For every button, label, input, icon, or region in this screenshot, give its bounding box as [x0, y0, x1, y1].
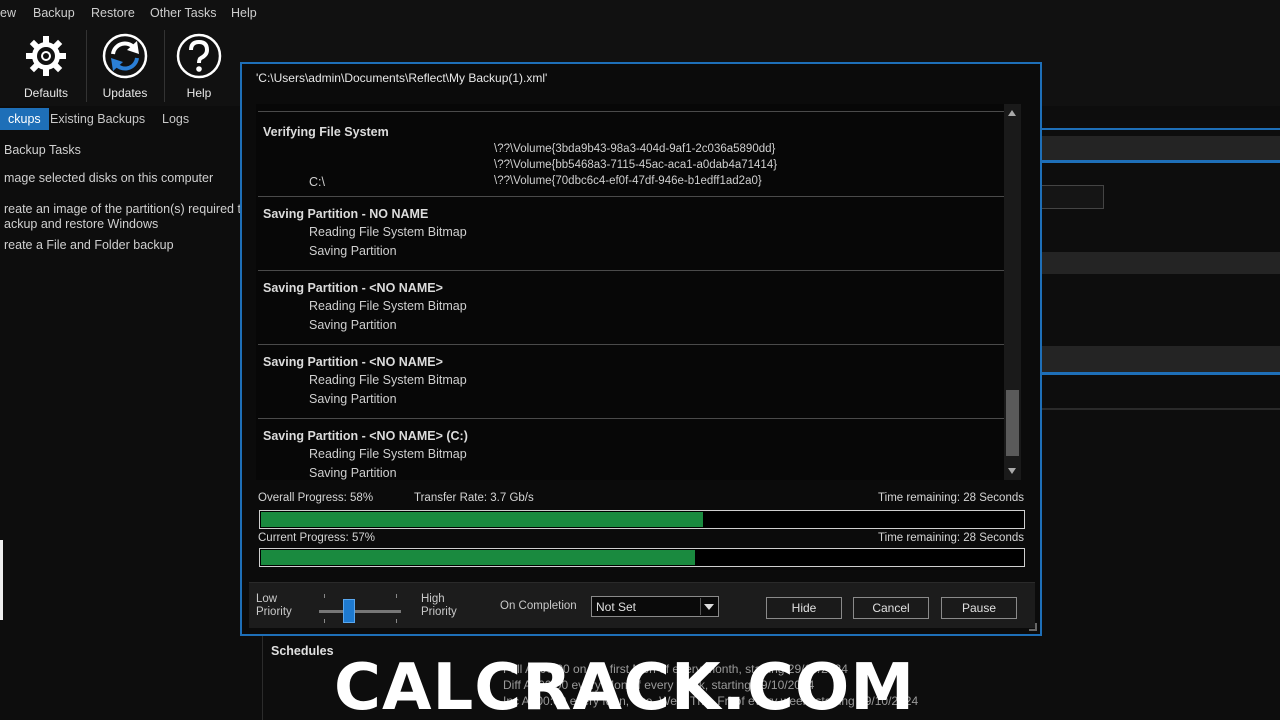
step-reading-bitmap: Reading File System Bitmap: [309, 225, 467, 239]
step-reading-bitmap: Reading File System Bitmap: [309, 373, 467, 387]
defaults-label: Defaults: [23, 86, 69, 100]
tab-existing-backups[interactable]: Existing Backups: [42, 108, 153, 130]
task-image-windows[interactable]: reate an image of the partition(s) requi…: [4, 202, 241, 216]
overall-progress-bar: [259, 510, 1025, 529]
right-accent-line: [1040, 128, 1280, 130]
pause-button[interactable]: Pause: [941, 597, 1017, 619]
step-saving-partition: Saving Partition: [309, 392, 397, 406]
help-button[interactable]: Help: [166, 32, 232, 100]
on-completion-label: On Completion: [500, 600, 577, 612]
current-progress-bar: [259, 548, 1025, 567]
low-priority-label-line2: Priority: [256, 606, 292, 618]
right-header-strip: [1040, 136, 1280, 160]
on-completion-value: Not Set: [596, 600, 637, 614]
step-saving-partition: Saving Partition: [309, 244, 397, 258]
watermark: CALCRACK.COM: [334, 651, 915, 720]
overall-time-remaining: Time remaining: 28 Seconds: [878, 492, 1024, 504]
menu-help[interactable]: Help: [231, 6, 257, 20]
slider-tick: [324, 594, 325, 598]
partition-section: Saving Partition - <NO NAME> Reading Fil…: [258, 344, 1004, 418]
priority-slider-thumb[interactable]: [343, 599, 355, 623]
menu-other-tasks[interactable]: Other Tasks: [150, 6, 216, 20]
dialog-controls: Low Priority High Priority On Completion…: [249, 582, 1035, 628]
partition-heading: Saving Partition - <NO NAME> (C:): [263, 429, 468, 443]
high-priority-label: High: [421, 593, 445, 605]
step-saving-partition: Saving Partition: [309, 466, 397, 480]
backup-progress-dialog: 'C:\Users\admin\Documents\Reflect\My Bac…: [240, 62, 1042, 636]
current-progress-fill: [261, 550, 695, 565]
toolbar-divider: [164, 30, 165, 102]
help-label: Help: [186, 86, 212, 100]
toolbar-divider: [86, 30, 87, 102]
tab-logs[interactable]: Logs: [154, 108, 197, 130]
partition-section: Saving Partition - <NO NAME> Reading Fil…: [258, 270, 1004, 344]
slider-tick: [396, 594, 397, 598]
partition-heading: Saving Partition - NO NAME: [263, 207, 429, 221]
high-priority-label-line2: Priority: [421, 606, 457, 618]
priority-slider-track[interactable]: [319, 610, 401, 613]
right-dropdown[interactable]: [1040, 185, 1104, 209]
defaults-button[interactable]: Defaults: [13, 32, 79, 100]
hide-button[interactable]: Hide: [766, 597, 842, 619]
partition-heading: Saving Partition - <NO NAME>: [263, 355, 443, 369]
chevron-down-icon[interactable]: [700, 598, 716, 615]
updates-label: Updates: [102, 86, 148, 100]
right-header-strip: [1040, 252, 1280, 274]
low-priority-label: Low: [256, 593, 278, 605]
right-accent-line: [1040, 372, 1280, 375]
volume-line: \??\Volume{70dbc6c4-ef0f-47df-946e-b1edf…: [494, 175, 762, 187]
slider-tick: [324, 619, 325, 623]
menu-restore[interactable]: Restore: [91, 6, 135, 20]
slider-tick: [396, 619, 397, 623]
right-accent-line: [1040, 160, 1280, 163]
main-tabs: ckups Existing Backups Logs: [0, 106, 245, 130]
scroll-up-icon[interactable]: [1008, 110, 1016, 116]
volume-line: \??\Volume{bb5468a3-7115-45ac-aca1-a0dab…: [494, 159, 778, 171]
updates-button[interactable]: Updates: [92, 32, 158, 100]
progress-log: Verifying File System \??\Volume{3bda9b4…: [256, 104, 1020, 480]
partition-section: Saving Partition - <NO NAME> (C:) Readin…: [258, 418, 1004, 480]
transfer-rate: Transfer Rate: 3.7 Gb/s: [414, 492, 534, 504]
task-file-folder[interactable]: reate a File and Folder backup: [4, 238, 174, 252]
step-reading-bitmap: Reading File System Bitmap: [309, 447, 467, 461]
overall-progress-fill: [261, 512, 703, 527]
left-edge-bar: [0, 540, 3, 620]
resize-grip-icon[interactable]: [1029, 623, 1037, 631]
question-icon: [176, 33, 222, 79]
cancel-button[interactable]: Cancel: [853, 597, 929, 619]
volume-line: \??\Volume{3bda9b43-98a3-404d-9af1-2c036…: [494, 143, 776, 155]
task-image-disks[interactable]: mage selected disks on this computer: [4, 171, 213, 185]
partition-heading: Saving Partition - <NO NAME>: [263, 281, 443, 295]
drive-label: C:\: [309, 175, 325, 189]
menu-view[interactable]: ew: [0, 6, 16, 20]
overall-progress-label: Overall Progress: 58%: [258, 492, 374, 504]
refresh-icon: [102, 33, 148, 79]
verify-heading: Verifying File System: [263, 125, 389, 139]
backup-tasks-header: Backup Tasks: [4, 143, 81, 157]
gear-icon: [26, 36, 66, 76]
current-time-remaining: Time remaining: 28 Seconds: [878, 532, 1024, 544]
scroll-down-icon[interactable]: [1008, 468, 1016, 474]
schedules-title: Schedules: [271, 644, 334, 658]
right-divider: [1040, 408, 1280, 410]
right-header-strip: [1040, 346, 1280, 372]
menu-bar: ew Backup Restore Other Tasks Help: [0, 0, 1280, 26]
log-scrollbar[interactable]: [1004, 104, 1021, 480]
verify-section: Verifying File System \??\Volume{3bda9b4…: [258, 112, 1004, 195]
task-image-windows-line2[interactable]: ackup and restore Windows: [4, 217, 158, 231]
on-completion-select[interactable]: Not Set: [591, 596, 719, 617]
menu-backup[interactable]: Backup: [33, 6, 75, 20]
partition-section: Saving Partition - NO NAME Reading File …: [258, 196, 1004, 270]
left-panel: Backup Tasks mage selected disks on this…: [0, 130, 241, 720]
dialog-title: 'C:\Users\admin\Documents\Reflect\My Bac…: [256, 71, 548, 85]
current-progress-label: Current Progress: 57%: [258, 532, 375, 544]
step-saving-partition: Saving Partition: [309, 318, 397, 332]
step-reading-bitmap: Reading File System Bitmap: [309, 299, 467, 313]
scroll-thumb[interactable]: [1006, 390, 1019, 456]
